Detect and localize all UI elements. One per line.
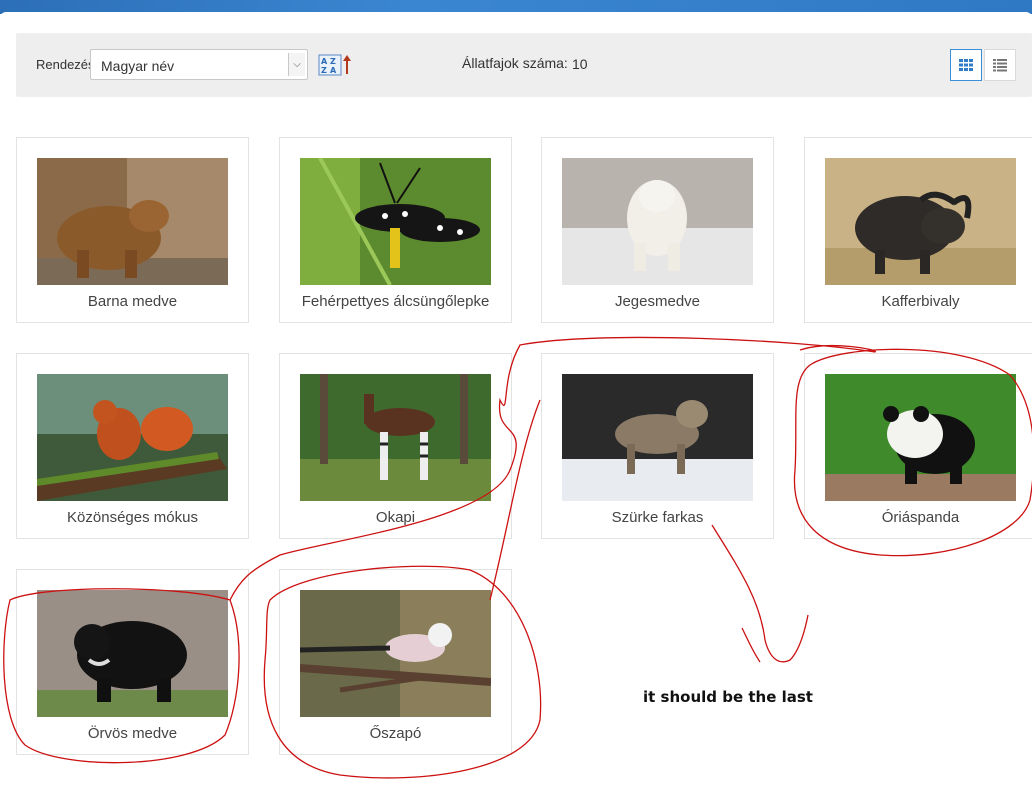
- animal-name[interactable]: Örvös medve: [17, 725, 248, 742]
- animal-photo-squirrel[interactable]: [37, 374, 228, 501]
- animal-photo-okapi[interactable]: [300, 374, 491, 501]
- animal-name[interactable]: Jegesmedve: [542, 293, 773, 310]
- animal-card-szurke-farkas[interactable]: Szürke farkas: [541, 353, 774, 539]
- chevron-down-icon: ⌵: [288, 53, 305, 76]
- svg-text:A: A: [330, 66, 337, 75]
- animal-card-oriaspanda[interactable]: Óriáspanda: [804, 353, 1032, 539]
- sort-select[interactable]: Magyar név ⌵: [90, 49, 308, 80]
- svg-text:Z: Z: [321, 66, 327, 75]
- animal-photo-buffalo[interactable]: [825, 158, 1016, 285]
- animal-name[interactable]: Barna medve: [17, 293, 248, 310]
- sort-direction-button[interactable]: A Z Z A: [318, 53, 354, 77]
- animal-name[interactable]: Közönséges mókus: [17, 509, 248, 526]
- animal-name[interactable]: Óriáspanda: [805, 509, 1032, 526]
- animal-card-jegesmedve[interactable]: Jegesmedve: [541, 137, 774, 323]
- animal-card-feherpettyes[interactable]: Fehérpettyes álcsüngőlepke: [279, 137, 512, 323]
- animal-name[interactable]: Kafferbivaly: [805, 293, 1032, 310]
- animal-card-kozonseges-mokus[interactable]: Közönséges mókus: [16, 353, 249, 539]
- sort-select-value: Magyar név: [101, 58, 175, 74]
- animal-card-barna-medve[interactable]: Barna medve: [16, 137, 249, 323]
- animal-name[interactable]: Okapi: [280, 509, 511, 526]
- animal-photo-polar-bear[interactable]: [562, 158, 753, 285]
- annotation-note: it should be the last: [643, 688, 813, 706]
- animal-card-okapi[interactable]: Okapi: [279, 353, 512, 539]
- svg-text:A: A: [321, 57, 328, 66]
- sort-label: Rendezés: [36, 57, 95, 72]
- animal-photo-brown-bear[interactable]: [37, 158, 228, 285]
- animal-photo-wolf[interactable]: [562, 374, 753, 501]
- sort-az-icon: A Z Z A: [318, 54, 351, 76]
- list-icon: [993, 59, 1007, 72]
- animal-card-kafferbivaly[interactable]: Kafferbivaly: [804, 137, 1032, 323]
- animal-name[interactable]: Fehérpettyes álcsüngőlepke: [280, 293, 511, 310]
- grid-icon: [959, 59, 973, 71]
- species-count-label: Állatfajok száma:: [462, 55, 568, 71]
- grid-view-button[interactable]: [950, 49, 982, 81]
- list-view-button[interactable]: [984, 49, 1016, 81]
- animal-name[interactable]: Szürke farkas: [542, 509, 773, 526]
- svg-text:Z: Z: [330, 57, 336, 66]
- animal-photo-moth[interactable]: [300, 158, 491, 285]
- species-count-value: 10: [572, 56, 588, 72]
- animal-photo-tit[interactable]: [300, 590, 491, 717]
- animal-card-oszapo[interactable]: Őszapó: [279, 569, 512, 755]
- animal-photo-sun-bear[interactable]: [37, 590, 228, 717]
- animal-name[interactable]: Őszapó: [280, 725, 511, 742]
- toolbar: Rendezés Magyar név ⌵ A Z Z A Állatfajok…: [16, 33, 1032, 97]
- animal-photo-panda[interactable]: [825, 374, 1016, 501]
- animal-card-orvos-medve[interactable]: Örvös medve: [16, 569, 249, 755]
